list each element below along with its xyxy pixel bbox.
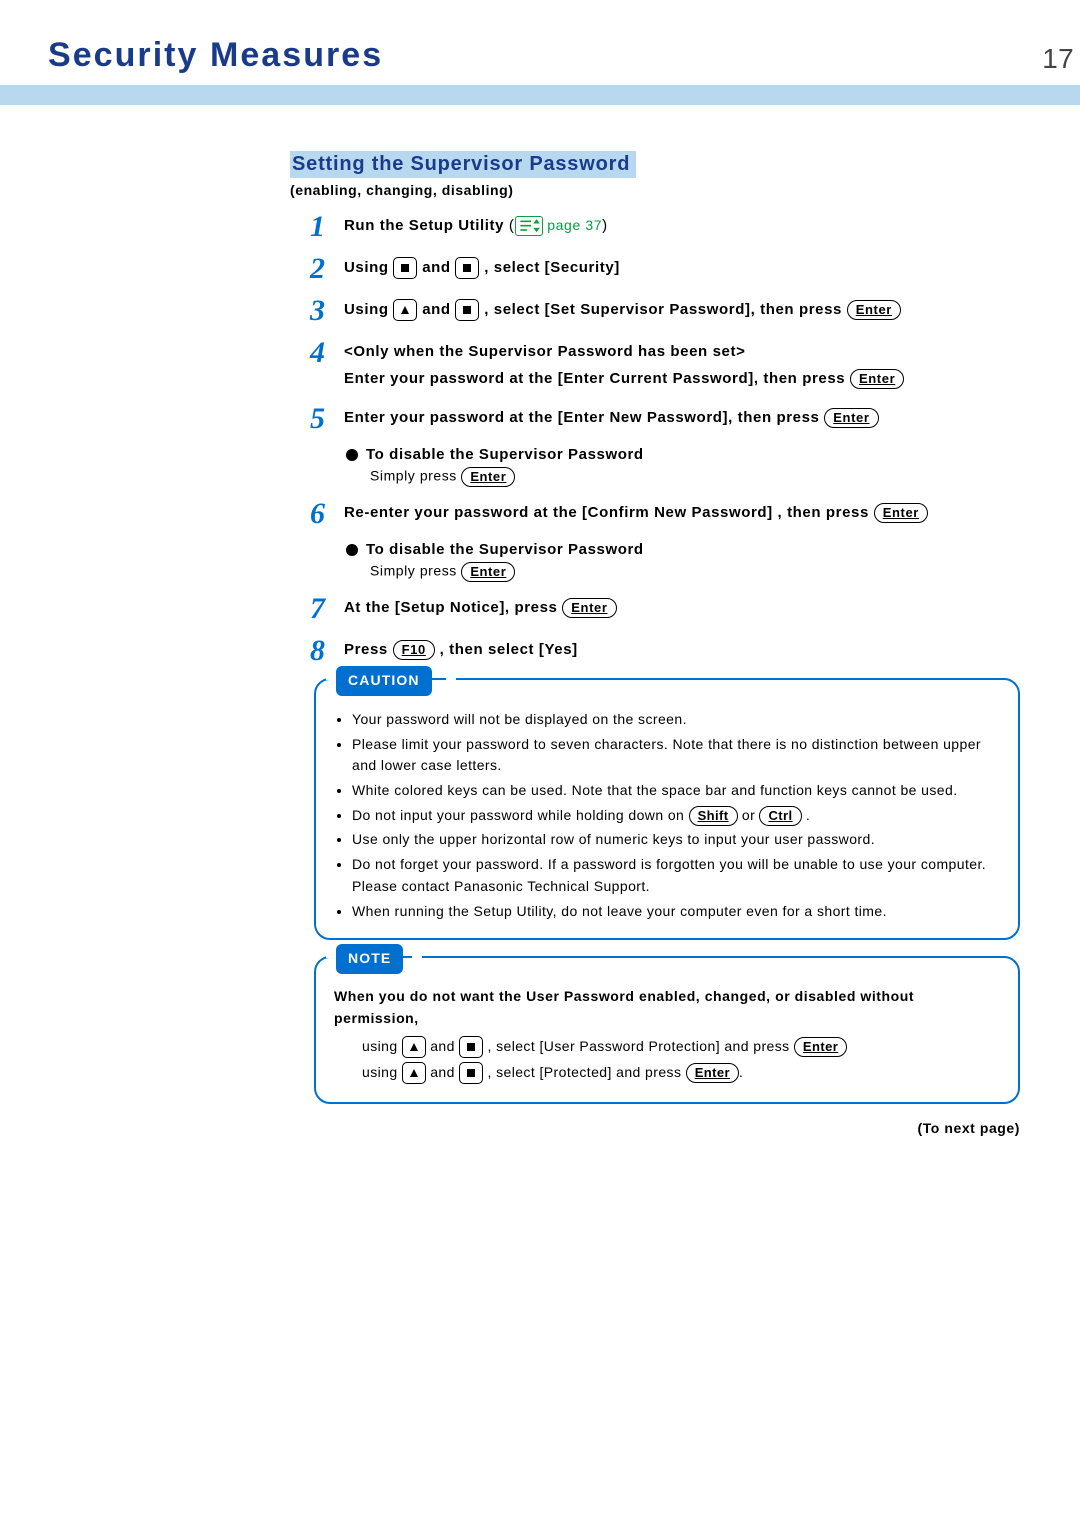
note-heading: When you do not want the User Password e… bbox=[334, 986, 1000, 1029]
up-arrow-key-icon bbox=[402, 1062, 426, 1084]
caution-item: Please limit your password to seven char… bbox=[352, 733, 1000, 777]
step-1: 1 Run the Setup Utility ( page 37) bbox=[310, 212, 1020, 242]
step-text: Using bbox=[344, 259, 393, 276]
step-number: 1 bbox=[310, 212, 334, 242]
sub-text: Simply press Enter bbox=[370, 562, 1020, 582]
caution-box: CAUTION Your password will not be displa… bbox=[314, 678, 1020, 940]
down-arrow-key-icon bbox=[459, 1036, 483, 1058]
bullet-icon bbox=[346, 449, 358, 461]
down-arrow-key-icon bbox=[459, 1062, 483, 1084]
left-arrow-key-icon bbox=[393, 257, 417, 279]
reference-link[interactable]: page 37 bbox=[547, 217, 602, 233]
up-arrow-key-icon bbox=[402, 1036, 426, 1058]
step-text: , select [Set Supervisor Password], then… bbox=[484, 301, 846, 318]
step-text: , then select [Yes] bbox=[440, 641, 578, 658]
caution-item: When running the Setup Utility, do not l… bbox=[352, 900, 1000, 923]
sub-bullet: To disable the Supervisor Password bbox=[346, 541, 1020, 558]
step-text: Press bbox=[344, 641, 393, 658]
enter-key-icon: Enter bbox=[824, 408, 878, 428]
sub-bullet: To disable the Supervisor Password bbox=[346, 446, 1020, 463]
note-line: using and , select [Protected] and press… bbox=[362, 1062, 1000, 1084]
step-text: Enter your password at the [Enter New Pa… bbox=[344, 409, 824, 426]
section-subheading: (enabling, changing, disabling) bbox=[290, 182, 1020, 198]
enter-key-icon: Enter bbox=[794, 1037, 847, 1057]
step-6: 6 Re-enter your password at the [Confirm… bbox=[310, 499, 1020, 529]
up-arrow-key-icon bbox=[393, 299, 417, 321]
step-text: Enter your password at the [Enter Curren… bbox=[344, 370, 850, 387]
paren: ( bbox=[509, 217, 515, 234]
step-number: 5 bbox=[310, 404, 334, 434]
step-text: , select [Security] bbox=[484, 259, 620, 276]
shift-key-icon: Shift bbox=[689, 806, 738, 826]
step-text: and bbox=[422, 301, 455, 318]
step-number: 2 bbox=[310, 254, 334, 284]
caution-item: Do not forget your password. If a passwo… bbox=[352, 853, 1000, 897]
enter-key-icon: Enter bbox=[850, 369, 904, 389]
page-number: 17 bbox=[1042, 43, 1074, 75]
f10-key-icon: F10 bbox=[393, 640, 435, 660]
sub-bullet-text: To disable the Supervisor Password bbox=[366, 446, 644, 463]
enter-key-icon: Enter bbox=[461, 562, 515, 582]
step-number: 3 bbox=[310, 296, 334, 326]
step-text: and bbox=[422, 259, 455, 276]
caution-item: Your password will not be displayed on t… bbox=[352, 708, 1000, 731]
step-number: 7 bbox=[310, 594, 334, 624]
step-text: <Only when the Supervisor Password has b… bbox=[344, 338, 1020, 365]
enter-key-icon: Enter bbox=[562, 598, 616, 618]
caution-item: White colored keys can be used. Note tha… bbox=[352, 779, 1000, 802]
paren: ) bbox=[602, 217, 608, 234]
step-text: Using bbox=[344, 301, 393, 318]
sub-text: Simply press Enter bbox=[370, 467, 1020, 487]
bullet-icon bbox=[346, 544, 358, 556]
down-arrow-key-icon bbox=[455, 299, 479, 321]
ctrl-key-icon: Ctrl bbox=[759, 806, 801, 826]
caution-item: Use only the upper horizontal row of num… bbox=[352, 828, 1000, 851]
right-arrow-key-icon bbox=[455, 257, 479, 279]
step-text: Re-enter your password at the [Confirm N… bbox=[344, 504, 874, 521]
step-5: 5 Enter your password at the [Enter New … bbox=[310, 404, 1020, 434]
step-text: At the [Setup Notice], press bbox=[344, 599, 562, 616]
step-number: 4 bbox=[310, 338, 334, 368]
caution-label: CAUTION bbox=[336, 666, 432, 696]
note-label: NOTE bbox=[336, 944, 403, 974]
reference-icon bbox=[515, 216, 543, 236]
enter-key-icon: Enter bbox=[874, 503, 928, 523]
caution-item: Do not input your password while holding… bbox=[352, 804, 1000, 827]
step-number: 6 bbox=[310, 499, 334, 529]
section-heading: Setting the Supervisor Password bbox=[290, 151, 636, 178]
step-number: 8 bbox=[310, 636, 334, 666]
sub-bullet-text: To disable the Supervisor Password bbox=[366, 541, 644, 558]
note-box: NOTE When you do not want the User Passw… bbox=[314, 956, 1020, 1104]
content-area: Setting the Supervisor Password (enablin… bbox=[290, 151, 1020, 1136]
to-next-page: (To next page) bbox=[290, 1120, 1020, 1136]
step-4: 4 <Only when the Supervisor Password has… bbox=[310, 338, 1020, 392]
page-title: Security Measures bbox=[48, 36, 383, 75]
step-8: 8 Press F10 , then select [Yes] bbox=[310, 636, 1020, 666]
enter-key-icon: Enter bbox=[847, 300, 901, 320]
step-text: Run the Setup Utility bbox=[344, 217, 504, 234]
enter-key-icon: Enter bbox=[461, 467, 515, 487]
step-2: 2 Using and , select [Security] bbox=[310, 254, 1020, 284]
note-line: using and , select [User Password Protec… bbox=[362, 1036, 1000, 1058]
enter-key-icon: Enter bbox=[686, 1063, 739, 1083]
step-3: 3 Using and , select [Set Supervisor Pas… bbox=[310, 296, 1020, 326]
title-underline bbox=[0, 85, 1080, 105]
step-7: 7 At the [Setup Notice], press Enter bbox=[310, 594, 1020, 624]
